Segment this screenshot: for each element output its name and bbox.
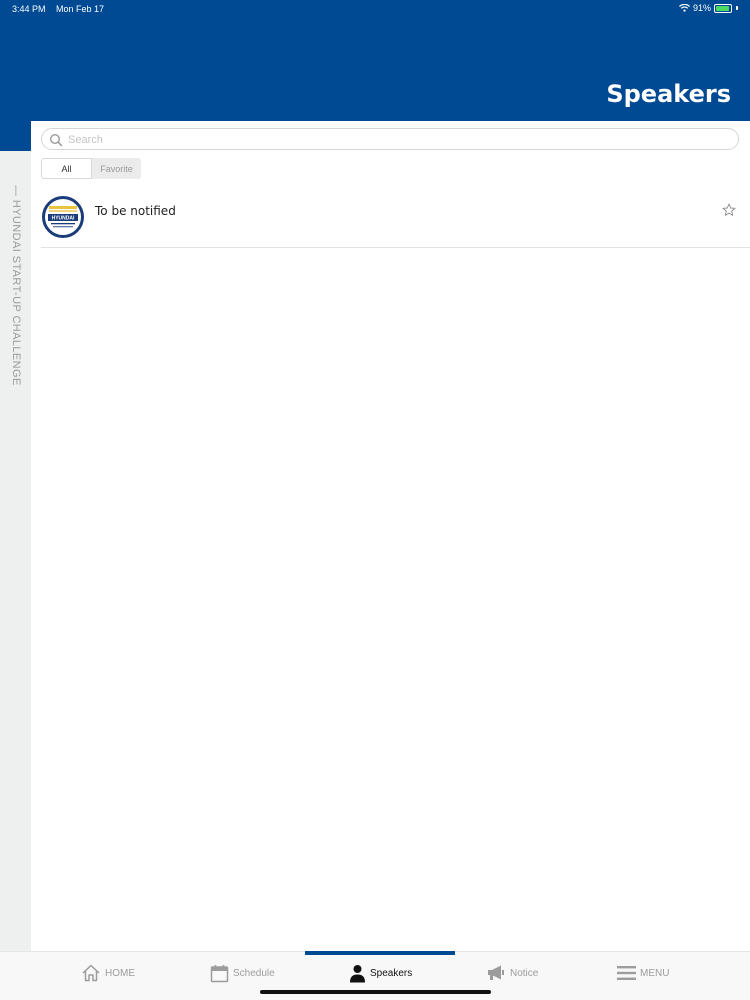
- speaker-avatar: HYUNDAI: [42, 196, 84, 238]
- tab-label: MENU: [640, 967, 670, 979]
- calendar-icon: [210, 964, 229, 982]
- wifi-icon: [679, 4, 690, 12]
- filter-favorite-tab[interactable]: Favorite: [92, 158, 141, 179]
- home-indicator: [260, 990, 491, 994]
- tab-home[interactable]: HOME: [81, 962, 135, 984]
- tab-menu[interactable]: MENU: [617, 962, 669, 984]
- megaphone-icon: [488, 965, 504, 980]
- page-title: Speakers: [606, 80, 731, 108]
- tab-schedule[interactable]: Schedule: [210, 962, 275, 984]
- app-header: 3:44 PM Mon Feb 17 91% Speakers: [0, 0, 750, 121]
- avatar-logo-text: HYUNDAI: [52, 216, 75, 222]
- battery-percent: 91%: [692, 3, 711, 13]
- search-bar[interactable]: [41, 128, 739, 150]
- tab-label: Speakers: [370, 967, 413, 979]
- tab-label: HOME: [105, 967, 135, 979]
- status-indicators: 91%: [679, 3, 738, 13]
- filter-all-tab[interactable]: All: [41, 158, 92, 179]
- search-input[interactable]: [68, 131, 728, 148]
- vertical-event-label: — HYUNDAI START-UP CHALLENGE: [10, 185, 22, 386]
- search-icon: [49, 133, 63, 147]
- active-tab-indicator: [305, 951, 455, 955]
- speaker-name: To be notified: [95, 204, 176, 218]
- tab-label: Schedule: [233, 967, 275, 979]
- side-rail-panel: — HYUNDAI START-UP CHALLENGE: [0, 151, 31, 951]
- tab-notice[interactable]: Notice: [486, 962, 538, 984]
- home-icon: [82, 964, 100, 982]
- status-date: Mon Feb 17: [56, 4, 105, 14]
- hamburger-icon: [617, 966, 636, 980]
- star-icon[interactable]: [722, 203, 736, 217]
- status-time: 3:44 PM: [12, 4, 46, 14]
- filter-segmented-control: All Favorite: [41, 158, 141, 179]
- speakers-content: All Favorite HYUNDAI To be notified: [31, 121, 750, 951]
- side-rail: — HYUNDAI START-UP CHALLENGE: [0, 121, 31, 951]
- person-icon: [350, 964, 365, 982]
- tab-label: Notice: [510, 967, 539, 979]
- hyundai-logo: HYUNDAI: [48, 206, 78, 228]
- speaker-list-item[interactable]: HYUNDAI To be notified: [41, 192, 750, 248]
- status-bar: 3:44 PM Mon Feb 17 91%: [0, 0, 750, 18]
- battery-icon: [714, 3, 732, 13]
- tab-speakers[interactable]: Speakers: [349, 962, 412, 984]
- battery-tip: [736, 6, 738, 10]
